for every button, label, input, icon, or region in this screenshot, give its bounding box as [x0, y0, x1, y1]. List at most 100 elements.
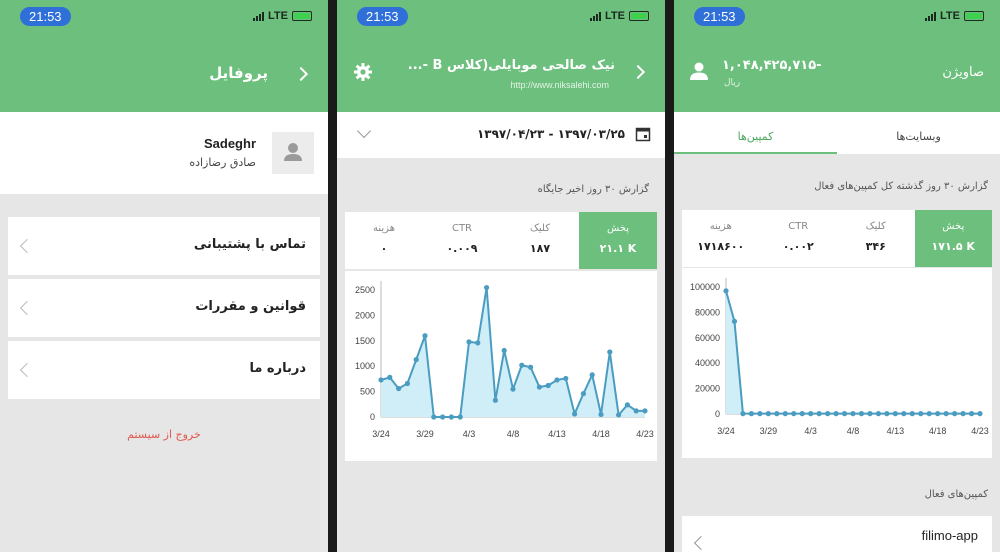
data-point[interactable] [466, 339, 472, 345]
data-point[interactable] [607, 349, 613, 355]
data-point[interactable] [858, 411, 865, 417]
x-tick-label: 3/24 [717, 426, 735, 436]
chevron-down-icon [356, 123, 372, 139]
data-point[interactable] [884, 411, 890, 417]
data-point[interactable] [519, 362, 525, 368]
data-point[interactable] [960, 411, 966, 417]
app-bar: پروفایل [0, 36, 328, 112]
data-point[interactable] [624, 402, 630, 408]
data-point[interactable] [387, 374, 393, 380]
logout-link[interactable]: خروج از سیستم [0, 428, 328, 441]
data-point[interactable] [378, 377, 384, 383]
data-point[interactable] [448, 414, 454, 420]
data-point[interactable] [816, 411, 822, 417]
site-report-screen: 21:53 LTE نیک صالحی موبایلی(کلاس B -... … [337, 0, 665, 552]
menu-item-about[interactable]: درباره ما [8, 341, 320, 399]
data-point[interactable] [536, 384, 542, 390]
data-point[interactable] [492, 397, 498, 403]
status-bar: 21:53 LTE [0, 0, 328, 36]
date-range-bar[interactable]: ۱۳۹۷/۰۴/۲۳ - ۱۳۹۷/۰۳/۲۵ [337, 112, 665, 158]
data-point[interactable] [563, 375, 569, 382]
menu-item-terms[interactable]: قوانین و مقررات [8, 279, 320, 337]
data-point[interactable] [782, 411, 788, 417]
stat-cost[interactable]: هزینه ۱۷۱۸۶۰۰ [682, 210, 760, 267]
stats-row: پخش ۱۷۱.۵ K کلیک ۳۴۶ CTR ۰.۰۰۲ هزینه ۱۷۱۸۶۰۰ [682, 210, 992, 267]
calendar-icon [635, 127, 651, 142]
username: Sadeghr [203, 136, 256, 151]
data-point[interactable] [440, 414, 446, 420]
x-tick-label: 4/8 [507, 429, 520, 439]
data-point[interactable] [484, 284, 490, 291]
data-point[interactable] [901, 411, 907, 417]
x-tick-label: 4/23 [636, 429, 654, 439]
stat-ctr[interactable]: CTR ۰.۰۰۲ [760, 210, 838, 267]
data-point[interactable] [748, 411, 754, 417]
x-tick-label: 4/13 [887, 426, 905, 436]
data-point[interactable] [968, 411, 975, 417]
tab-websites[interactable]: وبسایت‌ها [837, 112, 1000, 154]
data-point[interactable] [528, 364, 534, 370]
stat-cost[interactable]: هزینه ۰ [345, 212, 423, 269]
data-point[interactable] [757, 411, 763, 417]
menu-item-support[interactable]: تماس با پشتیبانی [8, 217, 320, 275]
avatar[interactable] [272, 132, 314, 174]
data-point[interactable] [808, 411, 814, 417]
data-point[interactable] [413, 357, 419, 363]
data-point[interactable] [875, 411, 881, 417]
data-point[interactable] [918, 411, 924, 417]
data-point[interactable] [554, 377, 560, 383]
data-point[interactable] [791, 411, 797, 417]
data-point[interactable] [825, 411, 831, 417]
data-point[interactable] [774, 411, 780, 417]
y-tick-label: 0 [370, 412, 375, 422]
data-point[interactable] [501, 347, 507, 354]
data-point[interactable] [799, 411, 805, 417]
data-point[interactable] [422, 333, 428, 339]
status-bar: 21:53 LTE [674, 0, 1000, 36]
data-point[interactable] [833, 411, 839, 417]
data-point[interactable] [589, 372, 595, 378]
data-point[interactable] [633, 408, 639, 414]
stat-impressions[interactable]: پخش ۱۷۱.۵ K [914, 210, 992, 267]
data-point[interactable] [740, 411, 746, 417]
data-point[interactable] [404, 380, 410, 387]
data-point[interactable] [545, 382, 551, 389]
data-point[interactable] [642, 408, 648, 414]
campaign-list-item[interactable]: filimo-app [682, 516, 992, 552]
data-point[interactable] [926, 411, 932, 417]
gear-icon[interactable] [353, 62, 373, 82]
data-point[interactable] [909, 411, 915, 417]
back-chevron-icon[interactable] [293, 66, 309, 82]
data-point[interactable] [952, 411, 958, 417]
impressions-chart: 0 500 1000 1500 2000 2500 3/24 3/29 4/3 4/8 4/13 4/… [355, 281, 654, 439]
stat-clicks[interactable]: کلیک ۱۸۷ [501, 212, 579, 269]
data-point[interactable] [431, 414, 437, 420]
data-point[interactable] [396, 385, 402, 392]
data-point[interactable] [892, 411, 898, 417]
data-point[interactable] [475, 340, 481, 346]
data-point[interactable] [841, 411, 848, 417]
x-tick-label: 4/18 [592, 429, 610, 439]
stat-impressions[interactable]: پخش ۲۱.۱ K [579, 212, 657, 269]
data-point[interactable] [580, 391, 586, 397]
data-point[interactable] [850, 411, 856, 417]
data-point[interactable] [598, 411, 604, 418]
account-icon[interactable] [688, 60, 710, 82]
data-point[interactable] [943, 411, 949, 417]
data-point[interactable] [616, 412, 622, 418]
data-point[interactable] [723, 288, 729, 294]
data-point[interactable] [867, 411, 873, 417]
tab-campaigns[interactable]: کمپین‌ها [674, 112, 837, 154]
data-point[interactable] [765, 411, 771, 417]
data-point[interactable] [457, 414, 463, 420]
data-point[interactable] [510, 386, 516, 392]
stat-clicks[interactable]: کلیک ۳۴۶ [837, 210, 915, 267]
stat-ctr[interactable]: CTR ۰.۰۰۹ [423, 212, 501, 269]
data-point[interactable] [977, 411, 983, 417]
data-point[interactable] [935, 411, 941, 417]
data-point[interactable] [572, 411, 578, 417]
site-url[interactable]: http://www.niksalehi.com [510, 80, 609, 90]
network-label: LTE [940, 10, 960, 22]
back-chevron-icon[interactable] [630, 64, 646, 80]
data-point[interactable] [731, 318, 738, 324]
